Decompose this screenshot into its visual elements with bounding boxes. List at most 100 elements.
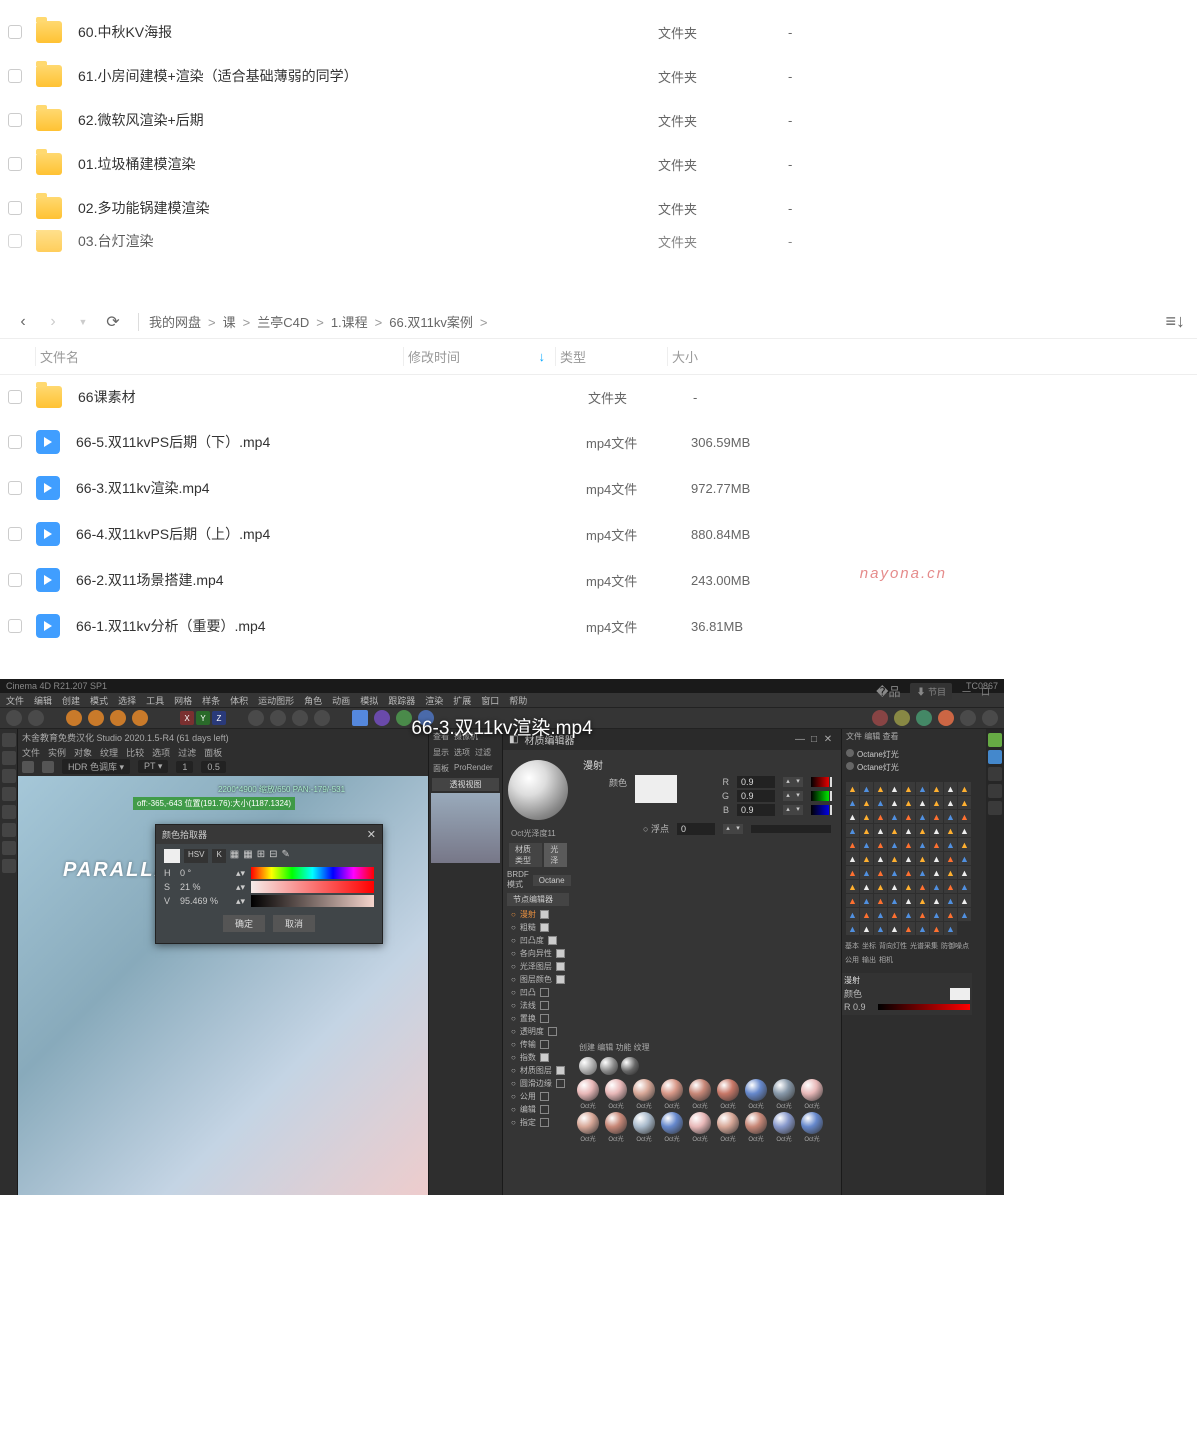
render-icon[interactable] [872, 710, 888, 726]
tag-icon[interactable]: ▲ [860, 880, 873, 893]
tag-icon[interactable]: ▲ [930, 880, 943, 893]
channel-item[interactable]: ○凹凸 [511, 986, 565, 999]
float-slider[interactable] [751, 825, 831, 833]
channel-item[interactable]: ○漫射 [511, 908, 565, 921]
redo-icon[interactable] [28, 710, 44, 726]
object-item[interactable]: Octane灯光 [846, 748, 982, 761]
material-icon[interactable] [600, 1057, 618, 1075]
material-ball[interactable]: Oct光 [799, 1079, 825, 1110]
tag-icon[interactable]: ▲ [874, 824, 887, 837]
menu-item[interactable]: 选项 [152, 746, 170, 759]
grid-icon[interactable]: ▦ [243, 849, 252, 863]
checkbox[interactable] [556, 962, 565, 971]
tag-icon[interactable]: ▲ [860, 810, 873, 823]
viewport-settings[interactable]: HDR 色调库 ▾ PT ▾ 1 0.5 [18, 757, 428, 776]
cancel-button[interactable]: 取消 [273, 915, 315, 932]
menu-item[interactable]: 选项 [454, 747, 470, 758]
checkbox[interactable] [540, 1014, 549, 1023]
checkbox[interactable] [540, 1105, 549, 1114]
tag-icon[interactable]: ▲ [944, 880, 957, 893]
checkbox[interactable] [8, 157, 22, 171]
file-name[interactable]: 61.小房间建模+渲染（适合基础薄弱的同学） [78, 66, 658, 86]
tag-icon[interactable]: ▲ [860, 866, 873, 879]
lock-icon[interactable] [22, 761, 34, 773]
material-preview-sphere[interactable] [508, 760, 568, 820]
picker-icon[interactable]: ⊟ [269, 849, 277, 863]
object-manager[interactable]: 文件 编辑 查看 Octane灯光Octane灯光 ▲▲▲▲▲▲▲▲▲▲▲▲▲▲… [841, 729, 986, 1195]
breadcrumb-link[interactable]: 兰亭C4D [257, 315, 309, 330]
tool-icon[interactable] [396, 710, 412, 726]
menu-item[interactable]: 查看 [433, 731, 449, 742]
tag-icon[interactable]: ▲ [846, 866, 859, 879]
tag-icon[interactable]: ▲ [916, 852, 929, 865]
checkbox[interactable] [8, 481, 22, 495]
file-row[interactable]: 60.中秋KV海报 文件夹 - [0, 10, 1197, 54]
s-value[interactable]: 21 % [180, 882, 230, 892]
render-icon[interactable] [894, 710, 910, 726]
file-row[interactable]: 66-2.双11场景搭建.mp4 mp4文件 243.00MB [0, 557, 1197, 603]
pt-dropdown[interactable]: PT ▾ [138, 760, 168, 773]
checkbox[interactable] [548, 1027, 557, 1036]
checkbox[interactable] [556, 949, 565, 958]
menu-item[interactable]: 面板 [433, 763, 449, 774]
tag-icon[interactable]: ▲ [944, 894, 957, 907]
tag-icon[interactable]: ▲ [958, 824, 971, 837]
num-input[interactable]: 1 [176, 761, 193, 773]
preview-menu[interactable]: 查看 摄像机 显示 选项 过滤 面板 ProRender [429, 729, 502, 776]
col-size[interactable]: 大小 [668, 347, 768, 366]
b-slider[interactable] [811, 805, 831, 815]
tag-icon[interactable]: ▲ [958, 782, 971, 795]
channel-item[interactable]: ○传输 [511, 1038, 565, 1051]
tag-icon[interactable]: ▲ [944, 866, 957, 879]
left-toolbar[interactable] [0, 729, 18, 1195]
tag-icon[interactable]: ▲ [930, 810, 943, 823]
tag-icon[interactable]: ▲ [958, 852, 971, 865]
tag-icon[interactable]: ▲ [888, 894, 901, 907]
channel-item[interactable]: ○圆滑边缘 [511, 1077, 565, 1090]
tag-icon[interactable]: ▲ [860, 796, 873, 809]
tag-icon[interactable]: ▲ [846, 894, 859, 907]
menu-item[interactable]: 文件 [22, 746, 40, 759]
tag-icon[interactable]: ▲ [888, 810, 901, 823]
tag-icon[interactable]: ▲ [916, 810, 929, 823]
tag-icon[interactable]: ▲ [888, 852, 901, 865]
refresh-icon[interactable]: ⟳ [104, 312, 122, 332]
menu-item[interactable]: 窗口 [481, 694, 499, 706]
tag-icon[interactable]: ▲ [930, 852, 943, 865]
tag-icon[interactable]: ▲ [916, 922, 929, 935]
b-value[interactable]: 0.9 [737, 804, 775, 816]
channel-item[interactable]: ○置换 [511, 1012, 565, 1025]
share-icon[interactable]: �品 [876, 683, 900, 700]
g-value[interactable]: 0.9 [737, 790, 775, 802]
color-picker-dialog[interactable]: 颜色拾取器✕ HSV K ▦ ▦ ⊞ ⊟ ✎ H0 °▴▾ S21 %▴▾ V9… [155, 824, 383, 944]
node-editor-button[interactable]: 节点编辑器 [507, 893, 569, 906]
material-browser[interactable]: Oct光Oct光Oct光Oct光Oct光Oct光Oct光Oct光Oct光Oct光… [573, 1077, 841, 1145]
tool-icon[interactable] [314, 710, 330, 726]
tab[interactable]: 公用 [845, 955, 859, 965]
maximize-icon[interactable]: □ [807, 734, 821, 745]
tab[interactable]: 基本 [845, 941, 859, 951]
checkbox[interactable] [540, 923, 549, 932]
tag-icon[interactable]: ▲ [888, 866, 901, 879]
menu-item[interactable]: 运动图形 [258, 694, 294, 706]
color-swatch[interactable] [635, 775, 677, 803]
tag-icon[interactable]: ▲ [958, 838, 971, 851]
tag-icon[interactable]: ▲ [902, 866, 915, 879]
material-ball[interactable]: Oct光 [715, 1079, 741, 1110]
checkbox[interactable] [540, 1001, 549, 1010]
material-ball[interactable]: Oct光 [631, 1079, 657, 1110]
file-row[interactable]: 61.小房间建模+渲染（适合基础薄弱的同学） 文件夹 - [0, 54, 1197, 98]
menu-item[interactable]: 模式 [90, 694, 108, 706]
tag-icon[interactable]: ▲ [846, 782, 859, 795]
preview-tab[interactable]: 透视视图 [432, 778, 499, 791]
tag-icon[interactable]: ▲ [902, 880, 915, 893]
c4d-main-menu[interactable]: 文件编辑创建模式选择工具网格样条体积运动图形角色动画模拟跟踪器渲染扩展窗口帮助 [0, 693, 1004, 707]
tag-icon[interactable]: ▲ [874, 866, 887, 879]
swatch-icon[interactable] [164, 849, 180, 863]
tag-icon[interactable]: ▲ [944, 782, 957, 795]
tool-icon[interactable] [2, 769, 16, 783]
ok-button[interactable]: 确定 [223, 915, 265, 932]
menu-item[interactable]: 摄像机 [454, 731, 478, 742]
tag-icon[interactable]: ▲ [874, 796, 887, 809]
menu-item[interactable]: 角色 [304, 694, 322, 706]
